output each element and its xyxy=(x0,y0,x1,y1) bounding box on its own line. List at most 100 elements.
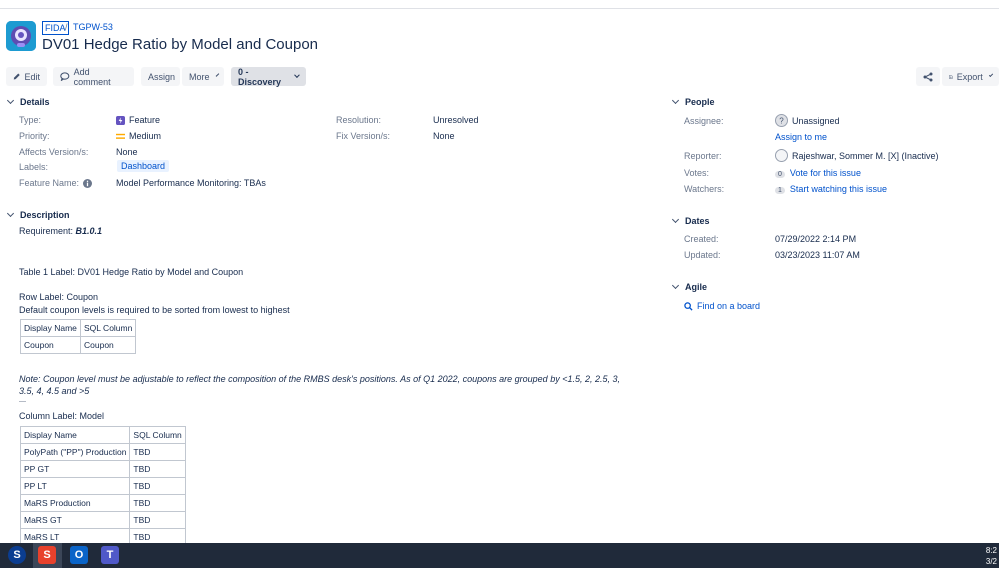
details-toggle[interactable]: Details xyxy=(6,96,50,107)
type-label: Type: xyxy=(19,115,42,125)
user-avatar-icon xyxy=(775,149,788,162)
teams-icon[interactable]: T xyxy=(101,546,119,564)
details-heading: Details xyxy=(20,97,50,107)
table-cell: Coupon xyxy=(79,336,137,354)
table-cell: PolyPath ("PP") Production xyxy=(19,443,131,461)
feature-name-label: Feature Name: xyxy=(19,178,93,188)
clock-time[interactable]: 8:2 xyxy=(986,546,997,555)
divider-dash: — xyxy=(19,398,26,405)
people-heading: People xyxy=(685,97,715,107)
row-label: Row Label: Coupon xyxy=(19,292,99,302)
affects-version-label: Affects Version/s: xyxy=(19,147,89,157)
chevron-down-icon xyxy=(988,72,994,78)
skype-icon[interactable]: S xyxy=(8,546,26,564)
reporter-text: Rajeshwar, Sommer M. [X] (Inactive) xyxy=(792,150,939,161)
feature-name-text: Feature Name: xyxy=(19,178,80,188)
chevron-down-icon xyxy=(671,281,680,290)
table-row: PolyPath ("PP") Production TBD xyxy=(19,443,186,461)
created-value: 07/29/2022 2:14 PM xyxy=(775,234,857,244)
requirement-line: Requirement: B1.0.1 xyxy=(19,226,102,236)
assignee-value: ? Unassigned xyxy=(775,114,840,127)
priority-text: Medium xyxy=(129,131,162,141)
resolution-value: Unresolved xyxy=(433,115,479,125)
chevron-down-icon xyxy=(6,209,15,218)
clock-date[interactable]: 3/2 xyxy=(986,557,997,566)
unassigned-avatar-icon: ? xyxy=(775,114,788,127)
coupon-note: Note: Coupon level must be adjustable to… xyxy=(19,374,620,396)
description-heading: Description xyxy=(20,210,70,220)
more-button[interactable]: More xyxy=(182,67,224,86)
table-cell: TBD xyxy=(129,511,186,529)
export-button[interactable]: Export xyxy=(942,67,999,86)
chevron-down-icon xyxy=(294,72,300,78)
issue-title: DV01 Hedge Ratio by Model and Coupon xyxy=(42,36,319,53)
table-header-cell: SQL Column xyxy=(129,426,186,444)
model-table: Display Name SQL Column PolyPath ("PP") … xyxy=(19,426,186,546)
snagit-icon[interactable]: S xyxy=(38,546,56,564)
assign-label: Assign xyxy=(148,71,176,82)
table-row: PP LT TBD xyxy=(19,477,186,495)
top-strip xyxy=(0,0,999,9)
people-toggle[interactable]: People xyxy=(671,96,715,107)
fix-version-label: Fix Version/s: xyxy=(336,131,391,141)
table-header-cell: Display Name xyxy=(19,426,131,444)
table-row: MaRS Production TBD xyxy=(19,494,186,512)
fix-version-value: None xyxy=(433,131,455,141)
priority-label: Priority: xyxy=(19,131,50,141)
watch-link[interactable]: Start watching this issue xyxy=(790,184,887,194)
assign-to-me-link[interactable]: Assign to me xyxy=(775,132,827,142)
table-cell: PP GT xyxy=(19,460,131,478)
chevron-down-icon xyxy=(671,215,680,224)
priority-value: Medium xyxy=(116,131,161,141)
table-header-row: Display Name SQL Column xyxy=(20,319,137,337)
reporter-label: Reporter: xyxy=(684,151,722,161)
table-header-cell: SQL Column xyxy=(79,319,137,337)
comment-icon xyxy=(60,72,70,81)
votes-value: 0 Vote for this issue xyxy=(775,168,861,178)
breadcrumb-separator: / xyxy=(65,22,68,32)
search-icon xyxy=(684,301,693,311)
votes-count: 0 xyxy=(775,171,785,178)
status-button[interactable]: 0 - Discovery xyxy=(231,66,306,87)
share-button[interactable] xyxy=(916,67,940,86)
assign-button[interactable]: Assign xyxy=(141,67,180,86)
requirement-value: B1.0.1 xyxy=(75,226,103,236)
info-icon[interactable] xyxy=(83,178,93,188)
project-avatar-icon[interactable] xyxy=(6,21,36,51)
outlook-icon[interactable]: O xyxy=(70,546,88,564)
watchers-value: 1 Start watching this issue xyxy=(775,184,887,194)
description-toggle[interactable]: Description xyxy=(6,209,70,220)
table-cell: TBD xyxy=(129,443,186,461)
dates-toggle[interactable]: Dates xyxy=(671,215,710,226)
table-cell: TBD xyxy=(129,494,186,512)
edit-button[interactable]: Edit xyxy=(6,67,47,86)
agile-heading: Agile xyxy=(685,282,708,292)
chevron-down-icon xyxy=(6,96,15,105)
assignee-text: Unassigned xyxy=(792,115,840,126)
updated-value: 03/23/2023 11:07 AM xyxy=(775,250,860,260)
table-cell: TBD xyxy=(129,477,186,495)
export-label: Export xyxy=(956,71,983,82)
labels-label: Labels: xyxy=(19,162,49,172)
feature-icon xyxy=(116,115,125,125)
table-cell: PP LT xyxy=(19,477,131,495)
created-label: Created: xyxy=(684,234,719,244)
agile-toggle[interactable]: Agile xyxy=(671,281,708,292)
status-label: 0 - Discovery xyxy=(238,66,282,87)
pencil-icon xyxy=(13,73,20,80)
edit-label: Edit xyxy=(24,71,40,82)
label-badge-dashboard[interactable]: Dashboard xyxy=(117,160,170,172)
breadcrumb-issue-key[interactable]: TGPW-53 xyxy=(73,22,113,32)
more-label: More xyxy=(189,71,210,82)
vote-link[interactable]: Vote for this issue xyxy=(790,168,861,178)
feature-name-value: Model Performance Monitoring: TBAs xyxy=(116,178,266,188)
add-comment-button[interactable]: Add comment xyxy=(53,67,134,87)
requirement-label: Requirement: xyxy=(19,226,74,236)
export-icon xyxy=(949,74,953,79)
watchers-label: Watchers: xyxy=(684,184,725,194)
resolution-label: Resolution: xyxy=(336,115,382,125)
find-on-board-link[interactable]: Find on a board xyxy=(684,301,760,311)
share-icon xyxy=(923,72,933,81)
table-row: PP GT TBD xyxy=(19,460,186,478)
type-text: Feature xyxy=(129,115,161,125)
